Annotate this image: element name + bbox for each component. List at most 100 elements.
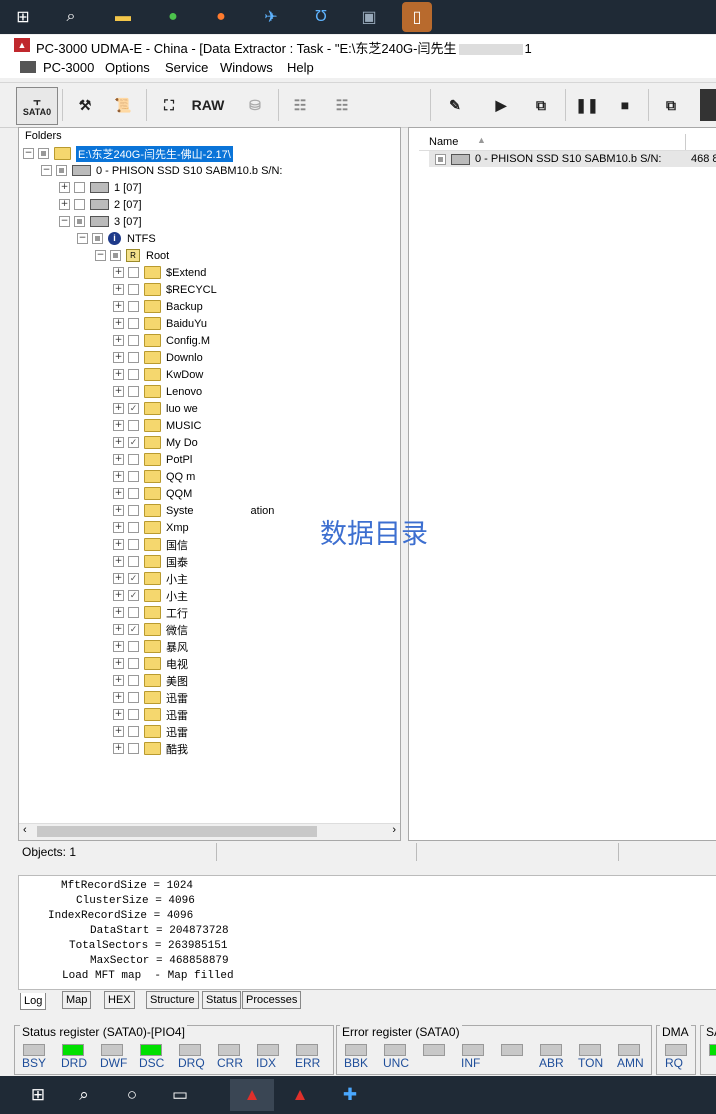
checkbox[interactable] xyxy=(128,471,139,482)
tree-folder-item[interactable]: + KwDow xyxy=(113,366,203,383)
expand-icon[interactable]: + xyxy=(113,352,124,363)
checkbox[interactable] xyxy=(128,301,139,312)
expand-icon[interactable]: + xyxy=(113,403,124,414)
tree-folder-item[interactable]: + 迅雷 xyxy=(113,689,188,706)
checkbox[interactable] xyxy=(74,199,85,210)
checkbox[interactable] xyxy=(128,539,139,550)
checkbox[interactable] xyxy=(128,318,139,329)
tree-partition-2[interactable]: + 2 [07] xyxy=(59,196,142,213)
checkbox[interactable] xyxy=(435,153,446,165)
tree-folder-item[interactable]: + 美图 xyxy=(113,672,188,689)
checkbox[interactable] xyxy=(128,386,139,397)
tree-folder-item[interactable]: + Config.M xyxy=(113,332,210,349)
firefox-icon[interactable]: ● xyxy=(206,2,236,32)
checkbox[interactable] xyxy=(128,369,139,380)
collapse-icon[interactable]: − xyxy=(59,216,70,227)
checkbox[interactable] xyxy=(128,352,139,363)
log-panel[interactable]: MftRecordSize = 1024 ClusterSize = 4096 … xyxy=(18,875,716,990)
collapse-icon[interactable]: − xyxy=(23,148,34,159)
checkbox[interactable] xyxy=(74,182,85,193)
raw-button[interactable]: RAW xyxy=(190,89,226,121)
expand-icon[interactable]: + xyxy=(113,267,124,278)
collapse-icon[interactable]: − xyxy=(41,165,52,176)
play-icon[interactable]: ▶ xyxy=(486,89,516,121)
checkbox[interactable] xyxy=(128,335,139,346)
expand-icon[interactable]: + xyxy=(113,573,124,584)
scroll-icon[interactable]: 📜 xyxy=(108,89,138,121)
expand-icon[interactable]: + xyxy=(113,709,124,720)
tree-folder-item[interactable]: + $Extend xyxy=(113,264,206,281)
checkbox[interactable] xyxy=(128,692,139,703)
tab-log[interactable]: Log xyxy=(20,993,47,1010)
pc3000-taskbar-icon-2[interactable]: ▲ xyxy=(278,1079,322,1111)
tree-folder-item[interactable]: + Backup xyxy=(113,298,203,315)
expand-icon[interactable]: + xyxy=(113,658,124,669)
checkbox[interactable] xyxy=(128,709,139,720)
search-icon[interactable]: ⌕ xyxy=(62,1079,106,1111)
expand-icon[interactable]: + xyxy=(113,369,124,380)
expand-icon[interactable]: + xyxy=(113,590,124,601)
tree-folder-item[interactable]: + Lenovo xyxy=(113,383,202,400)
tab-processes[interactable]: Processes xyxy=(242,991,302,1009)
tree-folder-item[interactable]: + 迅雷 xyxy=(113,723,188,740)
network-icon[interactable]: ⧉ xyxy=(525,89,557,121)
menu-help[interactable]: Help xyxy=(287,60,314,75)
browser-icon[interactable]: ● xyxy=(158,2,188,32)
checkbox[interactable] xyxy=(56,165,67,176)
tree-folder-item[interactable]: + 国泰 xyxy=(113,553,188,570)
checkbox[interactable]: ✓ xyxy=(128,403,139,414)
tree-folder-item[interactable]: + 工行 xyxy=(113,604,188,621)
checkbox[interactable]: ✓ xyxy=(128,573,139,584)
tree-folder-item[interactable]: + 暴风 xyxy=(113,638,188,655)
checkbox[interactable] xyxy=(128,726,139,737)
tree-folder-item[interactable]: + Downlo xyxy=(113,349,203,366)
expand-icon[interactable]: + xyxy=(59,182,70,193)
expand-icon[interactable]: + xyxy=(113,488,124,499)
tree-folder-item[interactable]: + 国信 xyxy=(113,536,188,553)
menu-pc3000[interactable]: PC-3000 xyxy=(43,60,94,75)
expand-icon[interactable]: + xyxy=(113,675,124,686)
checkbox[interactable] xyxy=(38,148,49,159)
checkbox[interactable] xyxy=(128,607,139,618)
expand-icon[interactable]: + xyxy=(113,505,124,516)
tree-folder-item[interactable]: + $RECYCL xyxy=(113,281,217,298)
image-icon[interactable] xyxy=(700,89,716,121)
expand-icon[interactable]: + xyxy=(113,522,124,533)
checkbox[interactable] xyxy=(74,216,85,227)
tree-folder-item[interactable]: + ✓ 小主 xyxy=(113,587,188,604)
expand-icon[interactable]: + xyxy=(113,437,124,448)
tree-folder-item[interactable]: + ✓ 小主 xyxy=(113,570,188,587)
expand-icon[interactable]: + xyxy=(59,199,70,210)
checkbox[interactable] xyxy=(128,658,139,669)
app-u-icon[interactable]: Ʊ xyxy=(306,2,336,32)
horizontal-scrollbar[interactable]: ‹ › xyxy=(19,823,400,840)
remote-icon[interactable]: ▣ xyxy=(354,2,384,32)
tree-partition-1[interactable]: + 1 [07] xyxy=(59,179,142,196)
expand-icon[interactable]: + xyxy=(113,624,124,635)
expand-icon[interactable]: + xyxy=(113,318,124,329)
tree-folder-item[interactable]: + 酷我 xyxy=(113,740,188,757)
checkbox[interactable] xyxy=(128,556,139,567)
tree-root[interactable]: − E:\东芝240G-闫先生-佛山-2.17\ xyxy=(23,145,233,162)
checkbox[interactable] xyxy=(128,675,139,686)
checkbox[interactable] xyxy=(128,267,139,278)
tree-folder-item[interactable]: + PotPl xyxy=(113,451,192,468)
tree-folder-item[interactable]: + MUSIC xyxy=(113,417,201,434)
sata0-button[interactable]: ⫟ SATA0 xyxy=(16,87,58,125)
scroll-left-icon[interactable]: ‹ xyxy=(23,824,27,836)
tree-folder-item[interactable]: + Xmp xyxy=(113,519,189,536)
checkbox[interactable]: ✓ xyxy=(128,437,139,448)
tree-folder-item[interactable]: + Syste ation xyxy=(113,502,274,519)
tree-folder-item[interactable]: + ✓ My Do xyxy=(113,434,198,451)
expand-icon[interactable]: + xyxy=(113,556,124,567)
tree-folder-item[interactable]: + BaiduYu xyxy=(113,315,207,332)
pc3000-taskbar-icon[interactable]: ▲ xyxy=(230,1079,274,1111)
menu-options[interactable]: Options xyxy=(105,60,150,75)
tree-ntfs[interactable]: − i NTFS xyxy=(77,230,156,247)
tree-folder-item[interactable]: + 电视 xyxy=(113,655,188,672)
folder-tree[interactable]: − E:\东芝240G-闫先生-佛山-2.17\ − 0 - PHISON SS… xyxy=(19,144,400,824)
pause-icon[interactable]: ❚❚ xyxy=(572,89,602,121)
task-view-icon[interactable]: ▭ xyxy=(158,1079,202,1111)
folder-icon[interactable]: ▬ xyxy=(108,2,138,32)
expand-icon[interactable]: + xyxy=(113,284,124,295)
